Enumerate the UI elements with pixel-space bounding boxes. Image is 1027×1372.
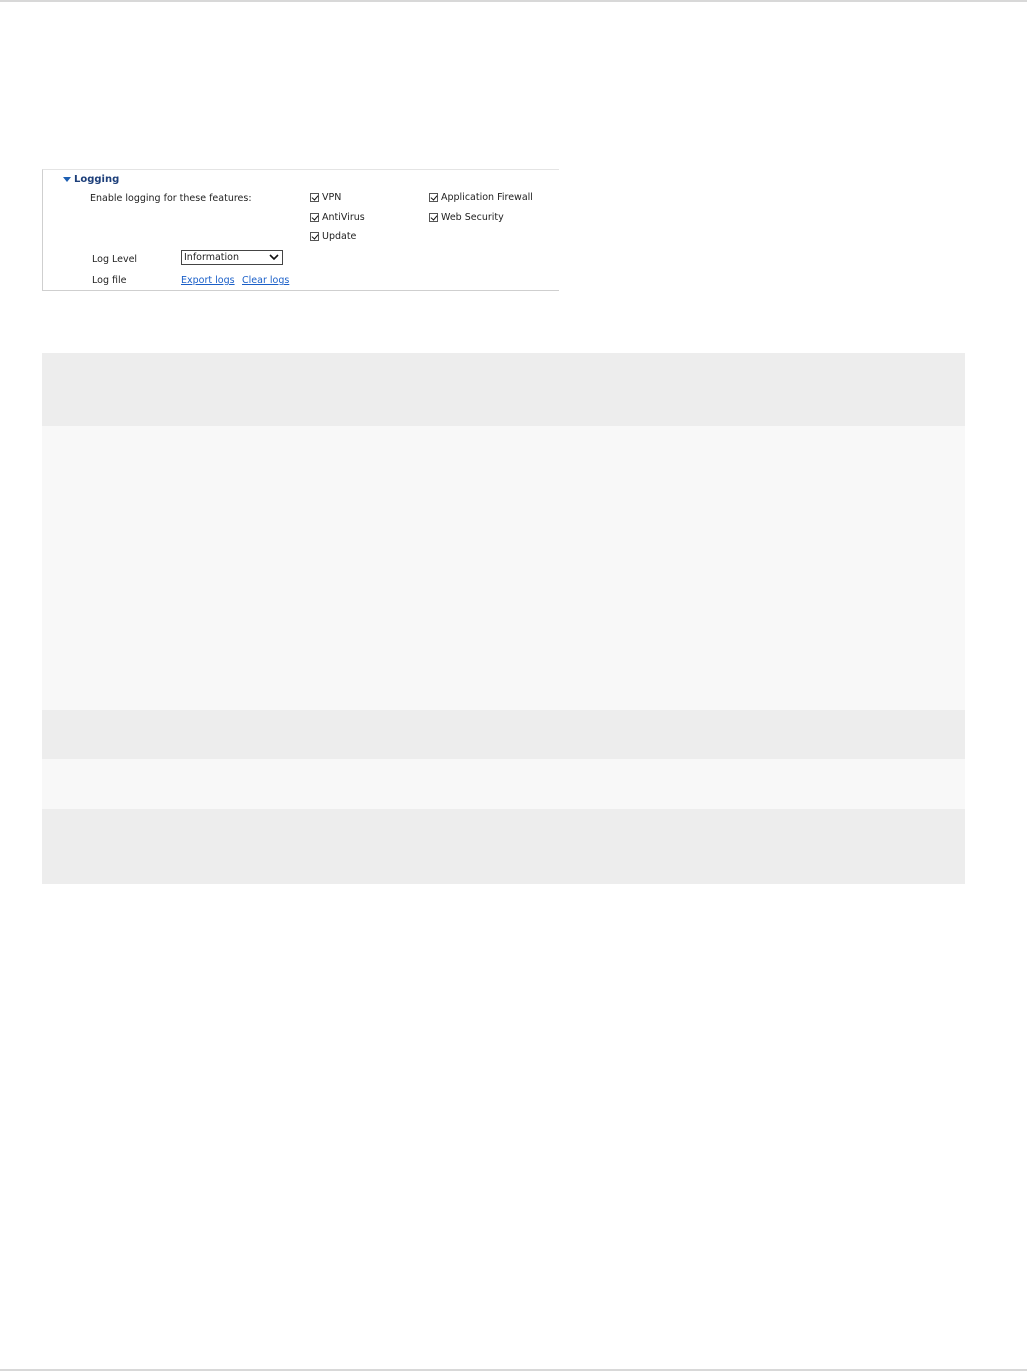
checkbox-checked-icon: [429, 213, 438, 222]
logging-panel: Logging Enable logging for these feature…: [42, 169, 559, 291]
caret-down-icon: [63, 177, 71, 182]
table-row: [42, 426, 965, 710]
web-security-checkbox[interactable]: Web Security: [429, 212, 504, 223]
table-row: [42, 710, 965, 759]
export-logs-link[interactable]: Export logs: [181, 275, 235, 286]
web-security-label: Web Security: [441, 212, 504, 223]
application-firewall-checkbox[interactable]: Application Firewall: [429, 192, 533, 203]
table-row: [42, 809, 965, 884]
log-level-value: Information: [184, 252, 239, 263]
checkbox-checked-icon: [310, 232, 319, 241]
info-table: [42, 353, 965, 884]
top-divider: [0, 0, 1027, 2]
checkbox-checked-icon: [310, 213, 319, 222]
bottom-divider: [0, 1369, 1027, 1371]
logging-title: Logging: [74, 174, 120, 185]
antivirus-checkbox[interactable]: AntiVirus: [310, 212, 365, 223]
antivirus-label: AntiVirus: [322, 212, 365, 223]
vpn-label: VPN: [322, 192, 342, 203]
vpn-checkbox[interactable]: VPN: [310, 192, 341, 203]
logging-section-toggle[interactable]: Logging: [63, 174, 119, 185]
table-row: [42, 759, 965, 809]
log-level-label: Log Level: [92, 254, 138, 265]
clear-logs-link[interactable]: Clear logs: [242, 275, 289, 286]
application-firewall-label: Application Firewall: [441, 192, 533, 203]
checkbox-checked-icon: [429, 193, 438, 202]
log-file-label: Log file: [92, 275, 127, 286]
chevron-down-icon: [269, 254, 279, 261]
enable-logging-label: Enable logging for these features:: [90, 193, 252, 204]
checkbox-checked-icon: [310, 193, 319, 202]
log-level-select[interactable]: Information: [181, 250, 283, 265]
update-checkbox[interactable]: Update: [310, 231, 356, 242]
table-row: [42, 353, 965, 426]
update-label: Update: [322, 231, 357, 242]
page: Logging Enable logging for these feature…: [0, 0, 1027, 1372]
